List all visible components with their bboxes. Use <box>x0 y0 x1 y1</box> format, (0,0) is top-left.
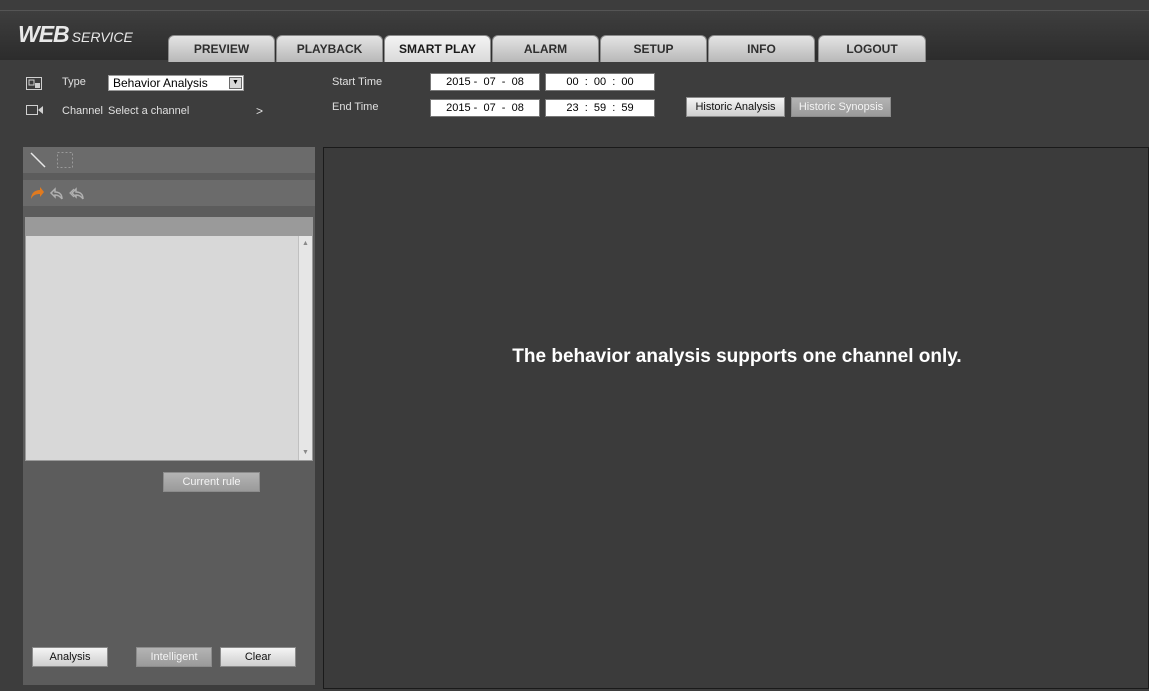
end-date-field[interactable]: 2015 - 07 - 08 <box>430 99 540 117</box>
clear-button[interactable]: Clear <box>220 647 296 667</box>
redo-icon[interactable] <box>29 185 45 201</box>
tab-setup[interactable]: SETUP <box>600 35 707 62</box>
end-time-label: End Time <box>332 101 379 113</box>
video-display[interactable]: The behavior analysis supports one chann… <box>323 147 1149 689</box>
type-label: Type <box>62 76 86 88</box>
tab-logout[interactable]: LOGOUT <box>818 35 926 62</box>
rule-list-header <box>26 218 312 236</box>
rectangle-tool-icon[interactable] <box>56 151 74 169</box>
rule-list-scrollbar[interactable]: ▲ ▼ <box>298 236 312 460</box>
logo-primary: WEB <box>18 21 70 47</box>
tab-smart-play[interactable]: SMART PLAY <box>384 35 491 62</box>
intelligent-button[interactable]: Intelligent <box>136 647 212 667</box>
channel-label: Channel <box>62 105 103 117</box>
analysis-button[interactable]: Analysis <box>32 647 108 667</box>
channel-select[interactable]: Select a channel <box>108 105 189 117</box>
channel-expand-arrow[interactable]: > <box>256 104 263 118</box>
start-date-field[interactable]: 2015 - 07 - 08 <box>430 73 540 91</box>
top-header: WEB SERVICE PREVIEW PLAYBACK SMART PLAY A… <box>0 10 1149 62</box>
type-select-value: Behavior Analysis <box>113 76 208 90</box>
web-service-page: WEB SERVICE PREVIEW PLAYBACK SMART PLAY A… <box>0 0 1149 691</box>
historic-synopsis-button[interactable]: Historic Synopsis <box>791 97 891 117</box>
line-tool-icon[interactable] <box>30 152 46 168</box>
tab-playback[interactable]: PLAYBACK <box>276 35 383 62</box>
draw-toolbar <box>23 147 315 173</box>
undo-all-icon[interactable] <box>69 185 85 201</box>
tab-alarm[interactable]: ALARM <box>492 35 599 62</box>
end-time-field[interactable]: 23 : 59 : 59 <box>545 99 655 117</box>
camera-icon <box>26 105 43 115</box>
type-select[interactable]: Behavior Analysis ▼ <box>108 75 244 91</box>
undo-icon[interactable] <box>49 185 65 201</box>
scroll-down-icon[interactable]: ▼ <box>302 449 309 456</box>
logo: WEB SERVICE <box>18 21 133 48</box>
rule-panel: ▲ ▼ Current rule Analysis Intelligent Cl… <box>23 147 315 685</box>
start-time-field[interactable]: 00 : 00 : 00 <box>545 73 655 91</box>
current-rule-button[interactable]: Current rule <box>163 472 260 492</box>
start-time-label: Start Time <box>332 76 383 88</box>
chevron-down-icon[interactable]: ▼ <box>229 77 242 89</box>
image-type-icon <box>26 77 42 90</box>
logo-secondary: SERVICE <box>71 29 133 45</box>
tab-preview[interactable]: PREVIEW <box>168 35 275 62</box>
video-message: The behavior analysis supports one chann… <box>512 346 962 367</box>
historic-analysis-button[interactable]: Historic Analysis <box>686 97 785 117</box>
scroll-up-icon[interactable]: ▲ <box>302 240 309 247</box>
edit-toolbar <box>23 180 315 206</box>
rule-list[interactable]: ▲ ▼ <box>25 217 313 461</box>
tab-info[interactable]: INFO <box>708 35 815 62</box>
